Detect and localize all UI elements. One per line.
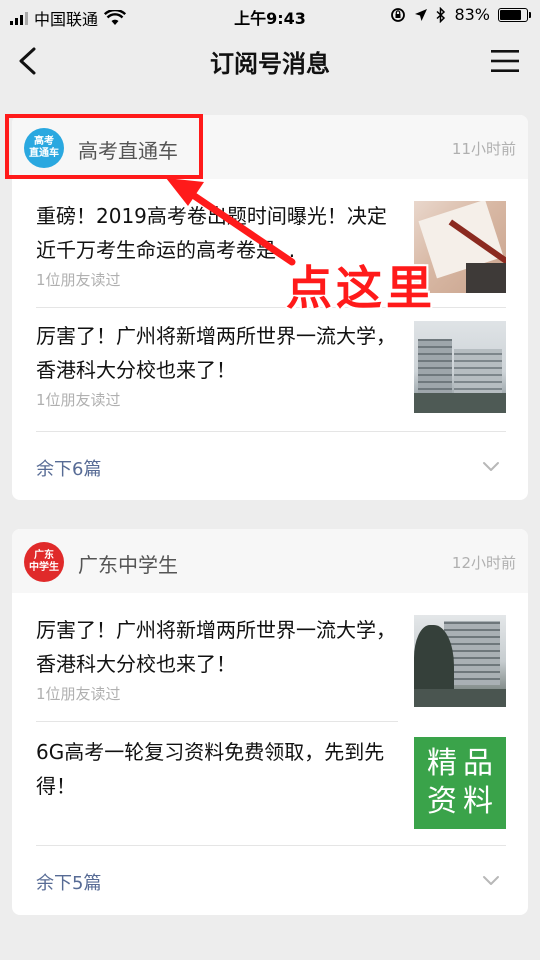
battery-level <box>500 9 521 20</box>
chevron-down-icon[interactable] <box>482 461 500 473</box>
article-readers: 1位朋友读过 <box>36 271 121 289</box>
logo-line-2: 中学生 <box>29 562 59 573</box>
battery-percent: 83% <box>454 5 490 24</box>
card-header[interactable]: 广东 中学生 广东中学生 12小时前 <box>12 529 528 593</box>
message-time: 12小时前 <box>451 554 516 572</box>
article-readers: 1位朋友读过 <box>36 391 121 409</box>
article-readers: 1位朋友读过 <box>36 685 121 703</box>
article-thumbnail <box>414 321 506 413</box>
status-right: 83% <box>390 5 531 24</box>
annotation-text: 点这里 <box>286 261 436 315</box>
article-title: 厉害了！广州将新增两所世界一流大学，香港科大分校也来了！ <box>36 618 396 676</box>
remaining-articles-link[interactable]: 余下6篇 <box>36 455 101 481</box>
account-name[interactable]: 广东中学生 <box>78 549 178 578</box>
status-bar: 中国联通 上午9:43 83% <box>0 0 540 32</box>
nav-bar: 订阅号消息 <box>0 32 540 90</box>
message-time: 11小时前 <box>451 140 516 158</box>
menu-icon[interactable] <box>490 48 520 74</box>
bluetooth-icon <box>436 6 446 23</box>
message-card-guangdong: 广东 中学生 广东中学生 12小时前 厉害了！广州将新增两所世界一流大学，香港科… <box>12 529 528 915</box>
article-title: 6G高考一轮复习资料免费领取，先到先得！ <box>36 740 385 798</box>
article-thumbnail-text: 精品 资料 <box>414 737 506 829</box>
divider <box>36 431 506 432</box>
rotation-lock-icon <box>391 7 406 22</box>
chevron-down-icon[interactable] <box>482 875 500 887</box>
location-icon <box>415 8 428 21</box>
page-title: 订阅号消息 <box>210 50 330 78</box>
article-item[interactable]: 厉害了！广州将新增两所世界一流大学，香港科大分校也来了！ 1位朋友读过 <box>36 593 506 715</box>
battery-icon <box>498 7 531 22</box>
logo-line-1: 广东 <box>34 550 54 561</box>
thumb-text-1: 精品 <box>427 746 499 781</box>
divider <box>36 845 506 846</box>
article-title: 厉害了！广州将新增两所世界一流大学，香港科大分校也来了！ <box>36 324 396 382</box>
annotation-highlight-box <box>5 114 203 179</box>
article-item[interactable]: 6G高考一轮复习资料免费领取，先到先得！ 精品 资料 <box>36 715 506 837</box>
thumb-text-2: 资料 <box>427 784 499 819</box>
account-avatar[interactable]: 广东 中学生 <box>24 542 64 582</box>
remaining-articles-link[interactable]: 余下5篇 <box>36 869 101 895</box>
article-thumbnail <box>414 615 506 707</box>
